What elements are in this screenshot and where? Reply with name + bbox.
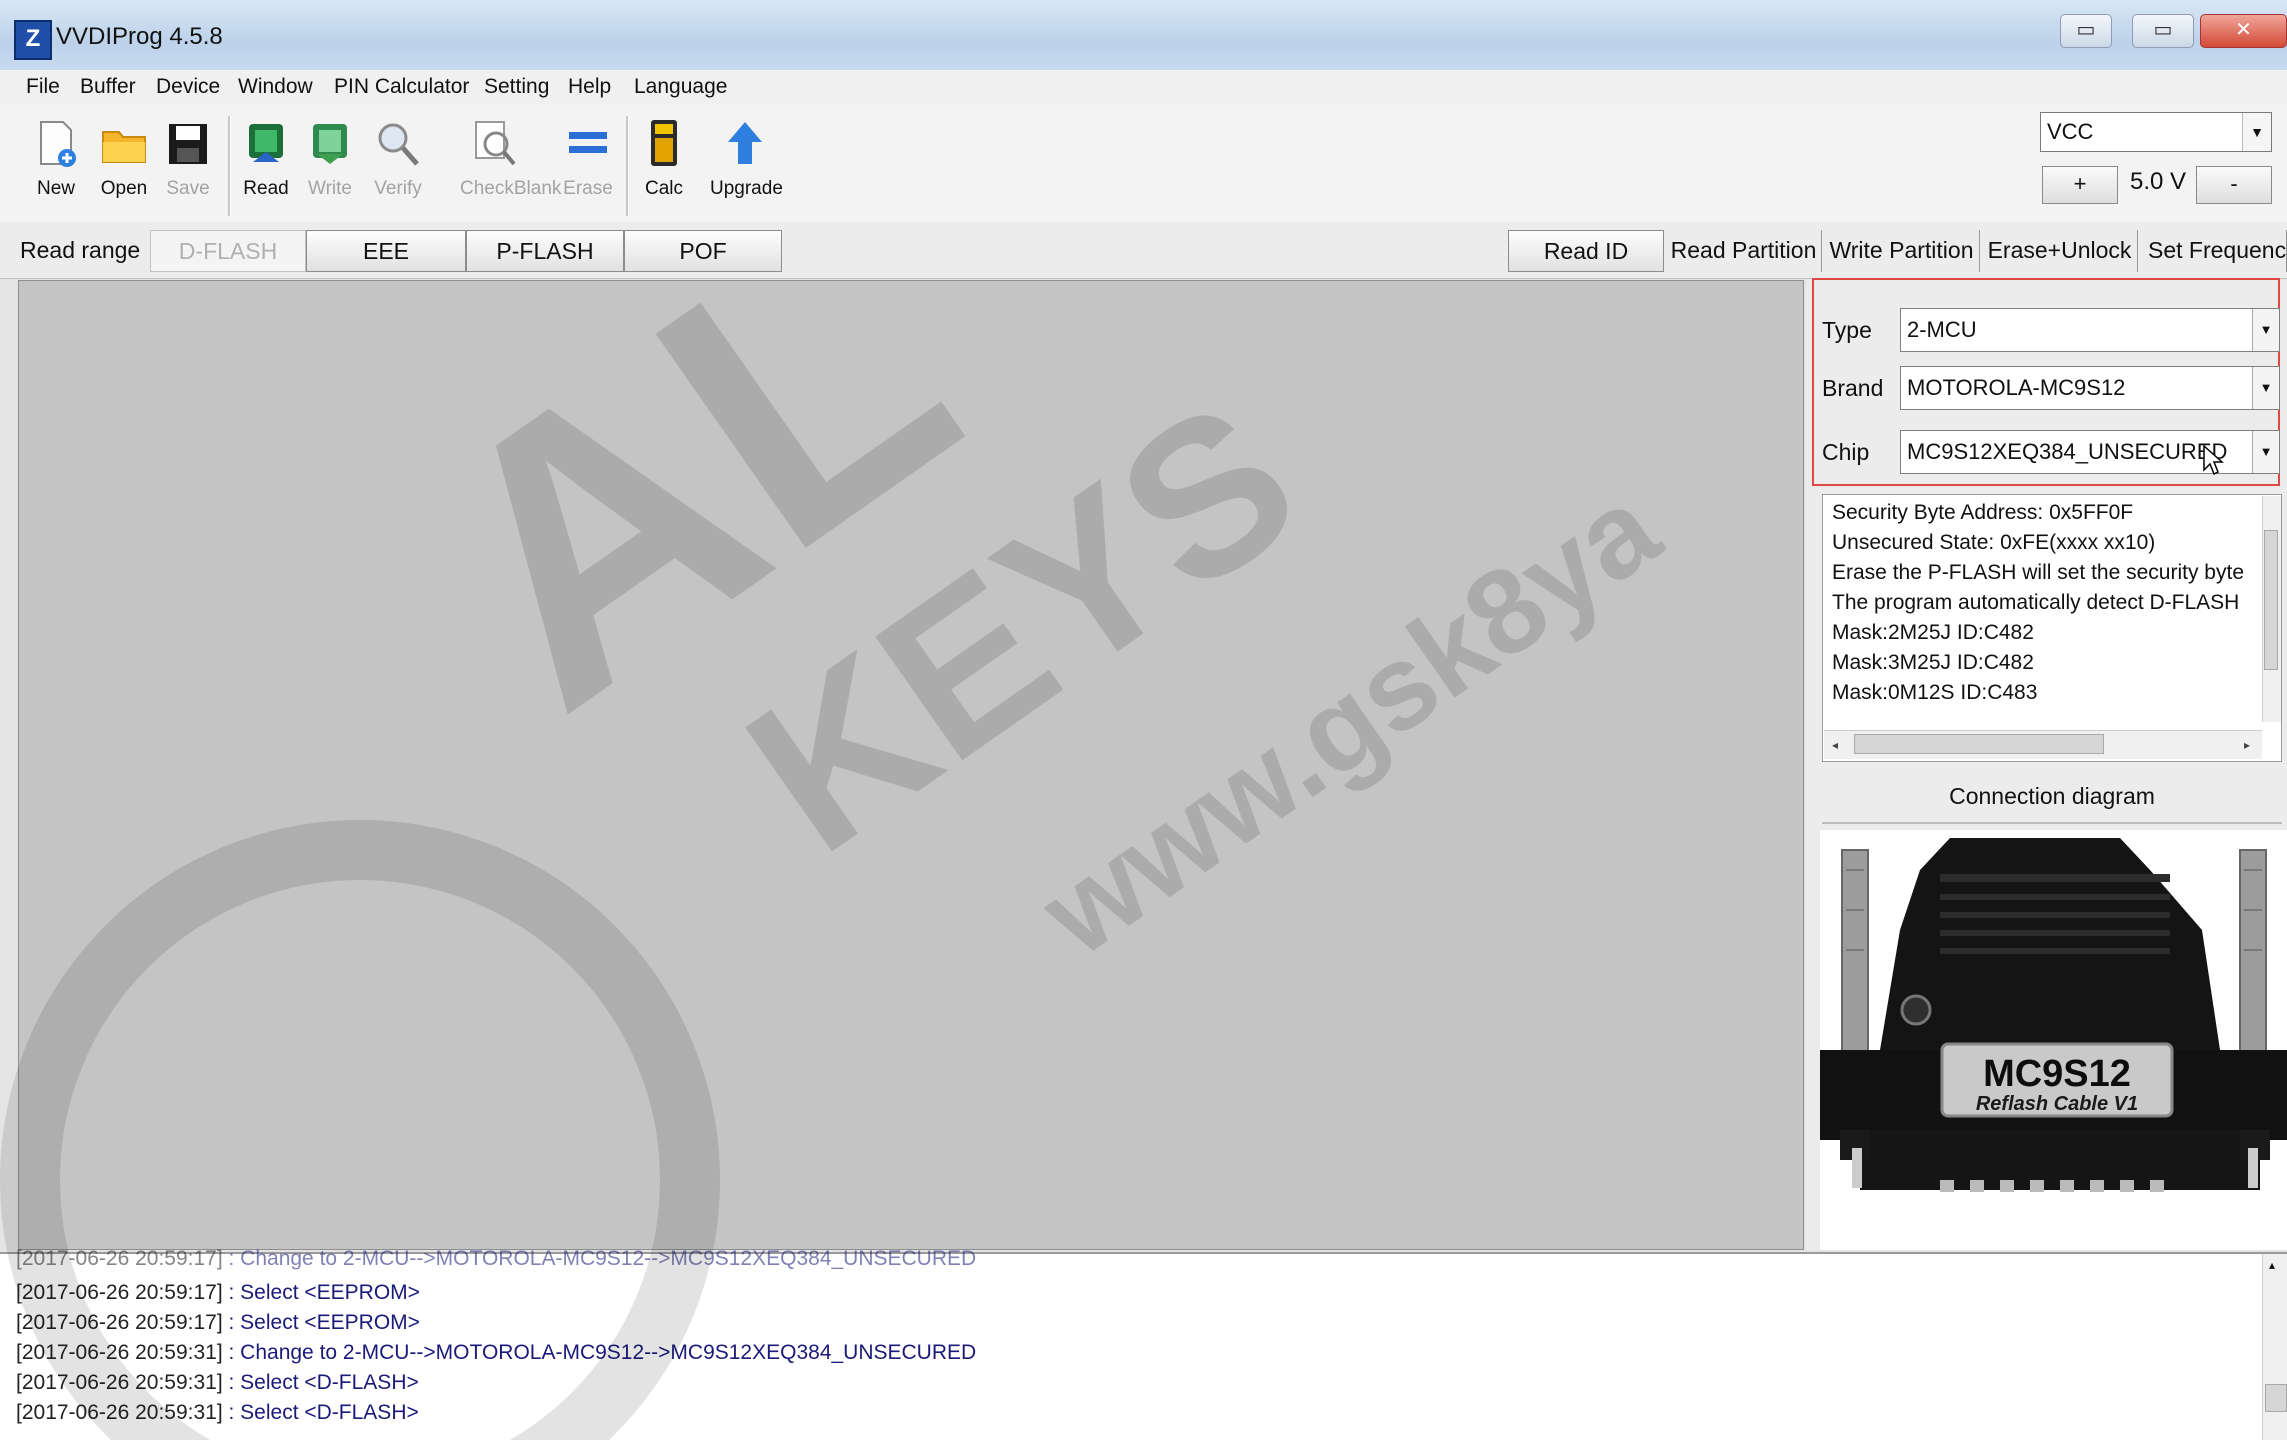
log-line: [2017-06-26 20:59:17] : Select <EEPROM> <box>16 1281 420 1304</box>
title-bar: Z VVDIProg 4.5.8 ▭ ▭ ✕ <box>0 0 2287 71</box>
range-eee-button[interactable]: EEE <box>306 230 466 272</box>
log-line: [2017-06-26 20:59:31] : Change to 2-MCU-… <box>16 1341 977 1364</box>
set-frequency-button[interactable]: Set Frequency <box>2140 230 2287 272</box>
divider <box>1822 822 2282 824</box>
write-partition-button[interactable]: Write Partition <box>1824 230 1980 272</box>
connection-diagram: MC9S12 Reflash Cable V1 <box>1820 830 2287 1250</box>
chip-write-icon <box>313 124 347 164</box>
menu-window[interactable]: Window <box>238 70 313 104</box>
menu-help[interactable]: Help <box>568 70 611 104</box>
connection-diagram-label: Connection diagram <box>1949 783 2155 809</box>
chevron-down-icon: ▼ <box>2252 431 2279 473</box>
chip-label: Chip <box>1822 439 1870 465</box>
log-vertical-scrollbar[interactable]: ▴ <box>2262 1254 2287 1440</box>
erase-unlock-button[interactable]: Erase+Unlock <box>1982 230 2138 272</box>
info-line: The program automatically detect D-FLASH <box>1832 591 2240 614</box>
close-button[interactable]: ✕ <box>2200 14 2287 48</box>
chip-read-icon <box>249 124 283 162</box>
calculator-icon <box>651 120 677 166</box>
chevron-down-icon: ▼ <box>2252 367 2279 409</box>
brand-label: Brand <box>1822 375 1884 401</box>
type-label: Type <box>1822 317 1872 343</box>
info-line: Unsecured State: 0xFE(xxxx xx10) <box>1832 531 2156 554</box>
read-id-button[interactable]: Read ID <box>1508 230 1664 272</box>
open-button[interactable]: Open <box>92 112 156 220</box>
minimize-button[interactable]: ▭ <box>2060 14 2112 48</box>
range-dflash-button[interactable]: D-FLASH <box>150 230 306 272</box>
magnifier-icon <box>378 123 419 166</box>
info-line: Erase the P-FLASH will set the security … <box>1832 561 2244 584</box>
menu-bar: File Buffer Device Window PIN Calculator… <box>0 70 2287 105</box>
info-line: Security Byte Address: 0x5FF0F <box>1832 501 2134 524</box>
scroll-left-icon[interactable]: ◂ <box>1832 738 1838 752</box>
info-line: Mask:0M12S ID:C483 <box>1832 681 2038 704</box>
new-button[interactable]: New <box>24 112 88 220</box>
erase-icon <box>569 132 607 153</box>
info-line: Mask:3M25J ID:C482 <box>1832 651 2034 674</box>
toolbar-separator <box>228 116 231 216</box>
log-line: [2017-06-26 20:59:31] : Select <D-FLASH> <box>16 1371 419 1394</box>
read-partition-button[interactable]: Read Partition <box>1666 230 1822 272</box>
mouse-cursor-icon <box>2203 444 2224 476</box>
brand-select[interactable]: MOTOROLA-MC9S12 ▼ <box>1900 366 2280 410</box>
menu-device[interactable]: Device <box>156 70 220 104</box>
menu-file[interactable]: File <box>26 70 60 104</box>
cable-title: MC9S12 <box>1983 1053 2131 1095</box>
vcc-increase-button[interactable]: + <box>2042 166 2118 204</box>
new-file-icon <box>40 121 76 167</box>
up-arrow-icon <box>728 122 762 164</box>
info-vertical-scroll-thumb[interactable] <box>2264 530 2278 670</box>
read-range-bar: Read range D-FLASH EEE P-FLASH POF Read … <box>0 222 2287 279</box>
folder-icon <box>102 131 146 163</box>
read-range-label: Read range <box>20 237 141 263</box>
vcc-voltage-value: 5.0 V <box>2130 168 2187 195</box>
chevron-down-icon: ▼ <box>2252 309 2279 351</box>
log-line: [2017-06-26 20:59:17] : Change to 2-MCU-… <box>16 1247 977 1270</box>
info-horizontal-scroll-thumb[interactable] <box>1854 734 2104 754</box>
log-line: [2017-06-26 20:59:17] : Select <EEPROM> <box>16 1311 420 1334</box>
buffer-view[interactable] <box>18 280 1804 1250</box>
log-line: [2017-06-26 20:59:31] : Select <D-FLASH> <box>16 1401 419 1424</box>
save-button[interactable]: Save <box>156 112 220 220</box>
erase-button[interactable]: Erase <box>556 112 620 220</box>
read-button[interactable]: Read <box>234 112 298 220</box>
scroll-up-icon[interactable]: ▴ <box>2269 1258 2275 1272</box>
vcc-decrease-button[interactable]: - <box>2196 166 2272 204</box>
maximize-button[interactable]: ▭ <box>2132 14 2194 48</box>
range-pof-button[interactable]: POF <box>624 230 782 272</box>
info-line: Mask:2M25J ID:C482 <box>1832 621 2034 644</box>
verify-button[interactable]: Verify <box>366 112 430 220</box>
toolbar-separator <box>626 116 629 216</box>
scroll-right-icon[interactable]: ▸ <box>2244 738 2250 752</box>
window-title: VVDIProg 4.5.8 <box>56 23 223 50</box>
toolbar: New Open Save Read Write Verify CheckBla… <box>0 104 2287 223</box>
db25-connector-icon: MC9S12 Reflash Cable V1 <box>1820 838 2287 1192</box>
checkblank-button[interactable]: CheckBlank <box>460 112 561 220</box>
menu-language[interactable]: Language <box>634 70 727 104</box>
write-button[interactable]: Write <box>298 112 362 220</box>
upgrade-button[interactable]: Upgrade <box>710 112 783 220</box>
range-pflash-button[interactable]: P-FLASH <box>466 230 624 272</box>
app-icon: Z <box>14 20 52 60</box>
vcc-select[interactable]: VCC ▼ <box>2040 112 2272 152</box>
calc-button[interactable]: Calc <box>632 112 696 220</box>
menu-setting[interactable]: Setting <box>484 70 549 104</box>
log-scroll-thumb[interactable] <box>2265 1384 2287 1412</box>
magnifier-page-icon <box>475 121 516 166</box>
cable-subtitle: Reflash Cable V1 <box>1976 1093 2138 1115</box>
chevron-down-icon: ▼ <box>2242 113 2271 151</box>
type-select[interactable]: 2-MCU ▼ <box>1900 308 2280 352</box>
menu-pin-calculator[interactable]: PIN Calculator <box>334 70 469 104</box>
menu-buffer[interactable]: Buffer <box>80 70 136 104</box>
floppy-icon <box>169 124 207 164</box>
